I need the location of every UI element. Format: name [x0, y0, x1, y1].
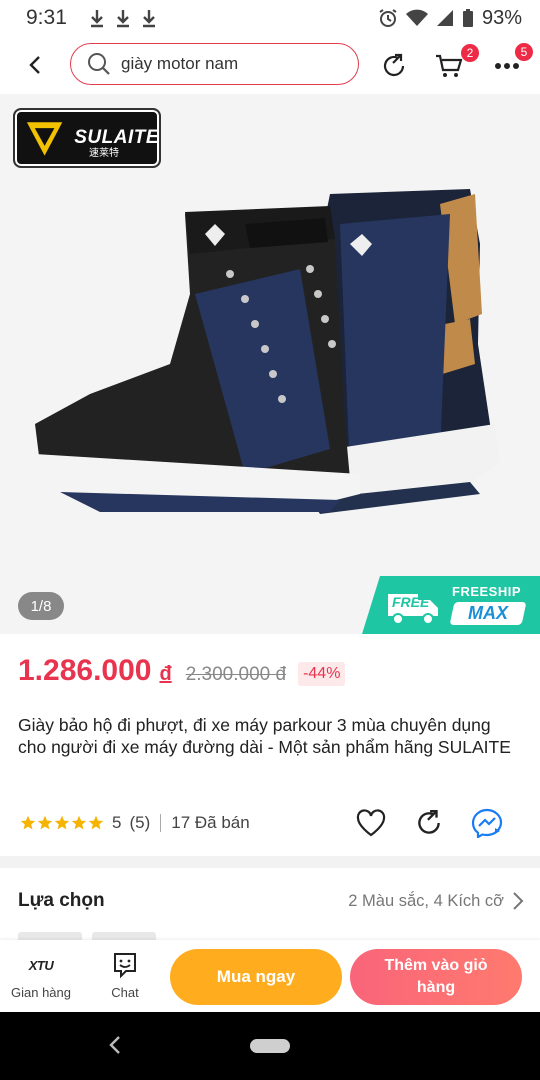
search-bar[interactable] — [70, 43, 359, 85]
rating-value: 5 — [112, 813, 122, 832]
freeship-max-banner: FREE FREESHIP MAX — [362, 576, 540, 634]
battery-icon — [462, 9, 473, 27]
buy-now-button[interactable]: Mua ngay — [170, 949, 342, 1005]
chat-icon — [114, 953, 136, 979]
download-icons — [89, 8, 157, 28]
battery-percent: 93% — [481, 6, 522, 29]
freeship-max-text: MAX — [468, 603, 508, 623]
top-navigation: 2 5 — [0, 36, 540, 94]
share-icon — [418, 810, 440, 834]
status-time: 9:31 — [26, 6, 67, 29]
add-to-cart-button[interactable]: Thêm vào giỏ hàng — [350, 949, 522, 1005]
back-arrow-icon — [29, 56, 40, 74]
system-back-icon — [109, 1036, 120, 1054]
section-divider — [0, 856, 540, 868]
store-logo-icon: XTU — [28, 957, 54, 973]
freeship-label: FREESHIP — [452, 584, 522, 599]
sold-count: 17 Đã bán — [171, 813, 250, 832]
star-icon — [54, 815, 70, 830]
cart-button[interactable]: 2 — [432, 43, 480, 83]
heart-icon — [356, 809, 386, 837]
wifi-icon — [405, 9, 428, 26]
divider — [160, 814, 162, 832]
download-icon — [116, 10, 129, 28]
signal-icon — [436, 10, 453, 26]
bottom-action-bar: XTU Gian hàng Chat Mua ngay Thêm vào giỏ… — [0, 940, 540, 1012]
cart-icon — [436, 54, 463, 77]
product-image-carousel[interactable]: SULAITE 速莱特 1/8 FREE FREESHIP MAX — [0, 94, 540, 634]
variant-options-row[interactable]: Lựa chọn 2 Màu sắc, 4 Kích cỡ — [0, 868, 540, 944]
original-price: 2.300.000 đ — [185, 664, 287, 685]
more-dots-icon — [495, 63, 519, 69]
rating-row: 5 (5) 17 Đã bán — [20, 808, 520, 838]
freeship-max-box: MAX — [449, 602, 527, 625]
review-count[interactable]: (5) — [129, 813, 150, 833]
options-title: Lựa chọn — [18, 890, 105, 911]
star-icon — [37, 815, 53, 830]
more-badge: 5 — [514, 42, 534, 62]
alarm-icon — [379, 9, 397, 27]
current-price: 1.286.000 — [18, 654, 152, 687]
search-input[interactable] — [121, 54, 331, 74]
freeship-free-text: FREE — [392, 594, 430, 610]
share-product-button[interactable] — [412, 806, 446, 840]
star-icon — [88, 815, 104, 830]
star-icon — [20, 815, 36, 830]
product-shoe-image — [35, 189, 500, 514]
price-row: 1.286.000 đ 2.300.000 đ -44% — [18, 654, 346, 694]
options-summary: 2 Màu sắc, 4 Kích cỡ — [348, 892, 504, 910]
status-bar: 9:31 93% — [0, 0, 540, 36]
download-icon — [90, 10, 103, 28]
star-icon — [71, 815, 87, 830]
rating-stars — [20, 815, 104, 831]
search-icon — [88, 53, 110, 75]
more-button[interactable]: 5 — [490, 42, 534, 83]
brand-logo: SULAITE 速莱特 — [13, 108, 161, 168]
chat-label: Chat — [111, 985, 139, 1000]
back-button[interactable] — [20, 50, 50, 80]
chevron-right-icon — [513, 892, 524, 910]
product-actions — [354, 806, 504, 840]
brand-emblem-icon — [26, 122, 63, 156]
share-icon — [383, 53, 405, 77]
chat-button[interactable]: Chat — [90, 950, 160, 1000]
image-counter: 1/8 — [18, 592, 64, 620]
cart-badge: 2 — [460, 43, 480, 63]
store-button[interactable]: XTU Gian hàng — [6, 950, 76, 1001]
system-home-pill[interactable] — [250, 1039, 290, 1053]
system-navigation-bar — [0, 1012, 540, 1080]
discount-badge: -44% — [298, 662, 346, 686]
price-currency: đ — [159, 663, 172, 685]
favorite-button[interactable] — [354, 806, 388, 840]
brand-name-cn: 速莱特 — [89, 148, 119, 159]
download-icon — [142, 10, 155, 28]
messenger-icon — [471, 808, 503, 838]
store-label: Gian hàng — [11, 985, 71, 1000]
product-title: Giày bảo hộ đi phượt, đi xe máy parkour … — [18, 715, 511, 757]
share-button[interactable] — [377, 49, 411, 83]
messenger-share-button[interactable] — [470, 806, 504, 840]
